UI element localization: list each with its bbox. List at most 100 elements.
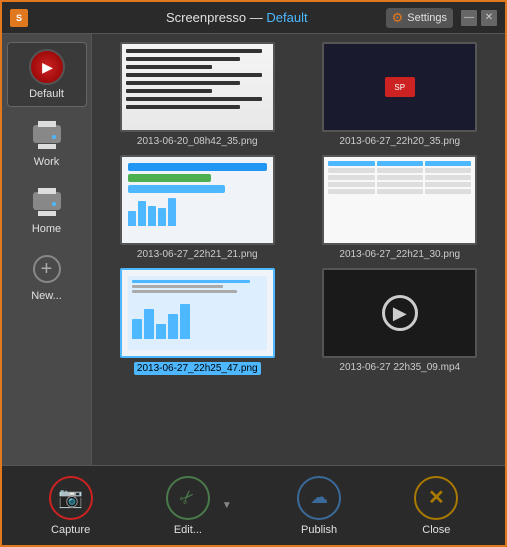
minimize-button[interactable]: — bbox=[461, 10, 477, 26]
close-x-icon: ✕ bbox=[428, 485, 445, 510]
thumbnail-4 bbox=[322, 155, 477, 245]
gallery-item-1-label: 2013-06-20_08h42_35.png bbox=[137, 136, 258, 147]
sidebar-item-home[interactable]: Home bbox=[7, 178, 87, 241]
thumb-cell bbox=[377, 161, 423, 166]
close-window-button[interactable]: ✕ bbox=[481, 10, 497, 26]
home-printer-icon bbox=[31, 188, 63, 216]
thumb-cell bbox=[425, 189, 471, 194]
thumb-cell bbox=[377, 189, 423, 194]
thumb-line bbox=[126, 49, 262, 53]
gallery-item-3-label: 2013-06-27_22h21_21.png bbox=[137, 249, 258, 260]
thumb-line bbox=[126, 73, 262, 77]
thumb-line bbox=[126, 57, 240, 61]
thumb-line bbox=[126, 65, 212, 69]
chart-bar bbox=[156, 324, 166, 339]
sidebar-item-work[interactable]: Work bbox=[7, 111, 87, 174]
settings-icon: ⚙ bbox=[392, 10, 404, 26]
gallery-item-5[interactable]: 2013-06-27_22h25_47.png bbox=[100, 268, 295, 375]
thumbnail-3 bbox=[120, 155, 275, 245]
chart-bar bbox=[168, 198, 176, 226]
thumbnail-2: SP bbox=[322, 42, 477, 132]
publish-label: Publish bbox=[301, 524, 337, 536]
profile-name: Default bbox=[266, 10, 307, 25]
thumb-line bbox=[126, 81, 240, 85]
thumb-inner-5 bbox=[128, 276, 267, 350]
chart-area bbox=[132, 299, 263, 339]
printer-dot bbox=[52, 135, 56, 139]
thumb-cell bbox=[425, 161, 471, 166]
capture-label: Capture bbox=[51, 524, 90, 536]
thumb-cell bbox=[425, 175, 471, 180]
edit-button[interactable]: ✂ Edit... bbox=[158, 472, 218, 540]
home-printer-paper-out bbox=[38, 188, 56, 194]
close-icon-circle: ✕ bbox=[414, 476, 458, 520]
red-logo: SP bbox=[385, 77, 415, 97]
thumb-cell bbox=[328, 161, 374, 166]
edit-tools-icon: ✂ bbox=[175, 485, 201, 511]
thumb-cell bbox=[377, 175, 423, 180]
gallery-item-4[interactable]: 2013-06-27_22h21_30.png bbox=[303, 155, 498, 260]
app-icon: S bbox=[10, 9, 28, 27]
thumb-line bbox=[126, 89, 212, 93]
publish-icon-circle: ☁ bbox=[297, 476, 341, 520]
thumb-cell bbox=[377, 168, 423, 173]
thumb-cell bbox=[328, 168, 374, 173]
main-window: S Screenpresso — Default ⚙ Settings — ✕ … bbox=[0, 0, 507, 547]
sidebar-item-new[interactable]: + New... bbox=[7, 245, 87, 308]
gallery: 2013-06-20_08h42_35.png SP 2013-06-27_22… bbox=[92, 34, 505, 465]
edit-icon-circle: ✂ bbox=[166, 476, 210, 520]
gallery-item-6[interactable]: ▶ 2013-06-27 22h35_09.mp4 bbox=[303, 268, 498, 375]
app-name: Screenpresso bbox=[166, 10, 246, 25]
edit-label: Edit... bbox=[174, 524, 202, 536]
close-button[interactable]: ✕ Close bbox=[406, 472, 466, 540]
printer-paper-in bbox=[38, 144, 56, 149]
new-profile-icon: + bbox=[29, 251, 65, 287]
progress-bar-cyan bbox=[128, 185, 225, 193]
cloud-upload-icon: ☁ bbox=[310, 487, 328, 508]
thumbnail-6: ▶ bbox=[322, 268, 477, 358]
gallery-item-2-label: 2013-06-27_22h20_35.png bbox=[339, 136, 460, 147]
chart-bar bbox=[132, 319, 142, 339]
title-separator: — bbox=[250, 10, 267, 25]
thumb-cell bbox=[328, 175, 374, 180]
progress-bar-green bbox=[128, 174, 211, 182]
chart-bar bbox=[144, 309, 154, 339]
new-icon-shape: + bbox=[33, 255, 61, 283]
toolbar: 📷 Capture ✂ Edit... ▼ ☁ Publish ✕ Close bbox=[2, 465, 505, 545]
gallery-item-2[interactable]: SP 2013-06-27_22h20_35.png bbox=[303, 42, 498, 147]
gallery-item-1[interactable]: 2013-06-20_08h42_35.png bbox=[100, 42, 295, 147]
sidebar: Default Work bbox=[2, 34, 92, 465]
progress-bar-blue bbox=[128, 163, 267, 171]
settings-button[interactable]: ⚙ Settings bbox=[386, 8, 453, 28]
close-label: Close bbox=[422, 524, 450, 536]
thumb-row bbox=[328, 189, 471, 194]
thumb-row-line bbox=[132, 280, 250, 283]
gallery-item-3[interactable]: 2013-06-27_22h21_21.png bbox=[100, 155, 295, 260]
chart-bar bbox=[148, 206, 156, 226]
chart-bar bbox=[138, 201, 146, 226]
capture-button[interactable]: 📷 Capture bbox=[41, 472, 101, 540]
home-printer-dot bbox=[52, 202, 56, 206]
sidebar-item-default-label: Default bbox=[29, 88, 64, 100]
chart-bar bbox=[180, 304, 190, 339]
work-profile-icon bbox=[29, 117, 65, 153]
thumb-cell bbox=[425, 168, 471, 173]
sidebar-item-home-label: Home bbox=[32, 223, 61, 235]
thumb-content-4 bbox=[324, 157, 475, 243]
home-printer-paper-in bbox=[38, 211, 56, 216]
chart-bar bbox=[128, 211, 136, 226]
title-bar-title: Screenpresso — Default bbox=[88, 10, 386, 25]
thumb-content-1 bbox=[122, 44, 273, 130]
publish-button[interactable]: ☁ Publish bbox=[289, 472, 349, 540]
sidebar-item-work-label: Work bbox=[34, 156, 59, 168]
main-content: Default Work bbox=[2, 34, 505, 465]
thumb-row-line bbox=[132, 290, 237, 293]
thumb-row bbox=[328, 175, 471, 180]
sidebar-item-default[interactable]: Default bbox=[7, 42, 87, 107]
edit-dropdown-arrow[interactable]: ▼ bbox=[222, 500, 232, 511]
edit-group: ✂ Edit... ▼ bbox=[158, 472, 232, 540]
thumbnail-5 bbox=[120, 268, 275, 358]
gallery-item-4-label: 2013-06-27_22h21_30.png bbox=[339, 249, 460, 260]
default-profile-icon bbox=[29, 49, 65, 85]
settings-label: Settings bbox=[407, 12, 447, 24]
